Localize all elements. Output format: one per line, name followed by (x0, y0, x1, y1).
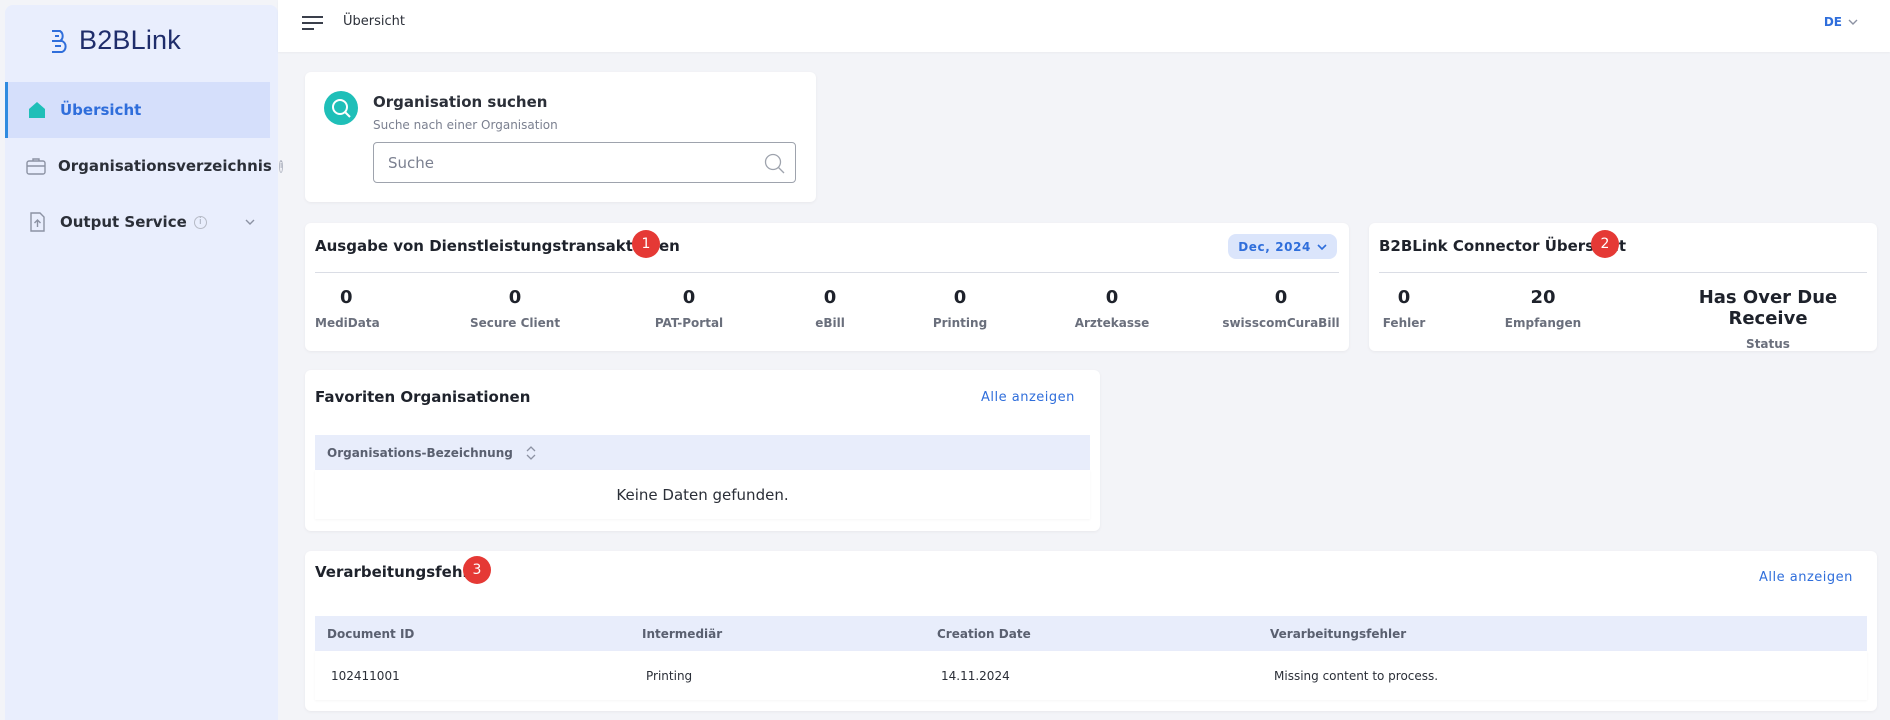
favorites-title: Favoriten Organisationen (315, 388, 531, 406)
search-subtitle: Suche nach einer Organisation (373, 118, 558, 132)
table-row[interactable]: 102411001 Printing 14.11.2024 Missing co… (315, 651, 1867, 700)
breadcrumb: Übersicht (343, 14, 405, 29)
chevron-down-icon[interactable] (244, 216, 256, 228)
sidebar-item-uebersicht[interactable]: Übersicht (5, 82, 270, 138)
cell-verarbeitungsfehler: Missing content to process. (1274, 668, 1439, 683)
briefcase-icon (25, 154, 47, 178)
search-icon (324, 91, 358, 125)
app-logo[interactable]: B2BLink (49, 25, 181, 56)
cell-creation-date: 14.11.2024 (941, 668, 1010, 683)
sidebar-item-output-service[interactable]: Output Service i (5, 194, 270, 250)
menu-icon[interactable] (302, 15, 323, 31)
transactions-title: Ausgabe von Dienstleistungstransaktionen (315, 237, 680, 255)
language-label: DE (1823, 15, 1842, 29)
sidebar: B2BLink Übersicht Organisationsverzeichn… (5, 5, 284, 720)
errors-show-all-link[interactable]: Alle anzeigen (1759, 570, 1853, 585)
language-selector[interactable]: DE (1824, 15, 1858, 29)
favorites-show-all-link[interactable]: Alle anzeigen (981, 390, 1075, 405)
column-creation-date[interactable]: Creation Date (937, 627, 1031, 641)
search-title: Organisation suchen (373, 93, 548, 111)
errors-table-header: Document ID Intermediär Creation Date Ve… (315, 616, 1867, 651)
stat-status: Has Over Due Receive Status (1698, 287, 1838, 351)
stat-secure-client: 0 Secure Client (469, 287, 561, 330)
column-document-id[interactable]: Document ID (327, 627, 414, 641)
search-placeholder: Suche (388, 153, 435, 172)
chevron-down-icon (1317, 243, 1327, 250)
sidebar-item-label: Organisationsverzeichnis (58, 157, 272, 175)
info-icon[interactable]: i (193, 215, 207, 229)
stat-fehler: 0 Fehler (1382, 287, 1426, 330)
period-label: Dec, 2024 (1238, 239, 1311, 254)
divider (1379, 272, 1867, 273)
step-badge: 3 (463, 556, 491, 584)
connector-title: B2BLink Connector Übersicht (1379, 237, 1627, 255)
upload-file-icon (25, 210, 49, 234)
favorites-table-header: Organisations-Bezeichnung (315, 435, 1090, 470)
empty-message: Keine Daten gefunden. (616, 485, 789, 504)
stat-ebill: 0 eBill (815, 287, 845, 330)
sidebar-item-label: Output Service (60, 213, 187, 231)
stat-empfangen: 20 Empfangen (1504, 287, 1582, 330)
period-selector[interactable]: Dec, 2024 (1228, 234, 1337, 259)
stat-arztekasse: 0 Arztekasse (1074, 287, 1150, 330)
errors-title: Verarbeitungsfehler (315, 563, 486, 581)
search-icon[interactable] (764, 153, 785, 174)
divider (315, 272, 1339, 273)
column-intermediaer[interactable]: Intermediär (642, 627, 722, 641)
transactions-card: Ausgabe von Dienstleistungstransaktionen… (305, 223, 1349, 351)
column-organisations-bezeichnung[interactable]: Organisations-Bezeichnung (327, 446, 513, 460)
stat-medidata: 0 MediData (315, 287, 380, 330)
sort-icon[interactable] (525, 445, 537, 461)
errors-card: Verarbeitungsfehler 3 Alle anzeigen Docu… (305, 551, 1877, 711)
app-name: B2BLink (79, 25, 181, 55)
cell-document-id: 102411001 (331, 668, 400, 683)
connector-card: B2BLink Connector Übersicht 2 0 Fehler 2… (1369, 223, 1877, 351)
chevron-down-icon (1848, 19, 1858, 25)
sidebar-item-organisationsverzeichnis[interactable]: Organisationsverzeichnis i (5, 138, 284, 194)
info-icon[interactable]: i (278, 159, 284, 173)
b2blink-logo-icon (52, 29, 67, 53)
step-badge: 2 (1591, 230, 1619, 258)
step-badge: 1 (632, 230, 660, 258)
stat-pat-portal: 0 PAT-Portal (654, 287, 724, 330)
stat-swisscomcurabill: 0 swisscomCuraBill (1222, 287, 1340, 330)
cell-intermediaer: Printing (646, 668, 693, 683)
topbar: Übersicht DE (278, 0, 1890, 52)
favorites-empty-row: Keine Daten gefunden. (315, 470, 1090, 519)
search-input[interactable]: Suche (373, 142, 796, 183)
search-card: Organisation suchen Suche nach einer Org… (305, 72, 816, 202)
sidebar-item-label: Übersicht (60, 101, 142, 119)
stat-printing: 0 Printing (932, 287, 988, 330)
column-verarbeitungsfehler[interactable]: Verarbeitungsfehler (1270, 627, 1406, 641)
home-icon (25, 98, 49, 122)
favorites-card: Favoriten Organisationen Alle anzeigen O… (305, 370, 1100, 531)
